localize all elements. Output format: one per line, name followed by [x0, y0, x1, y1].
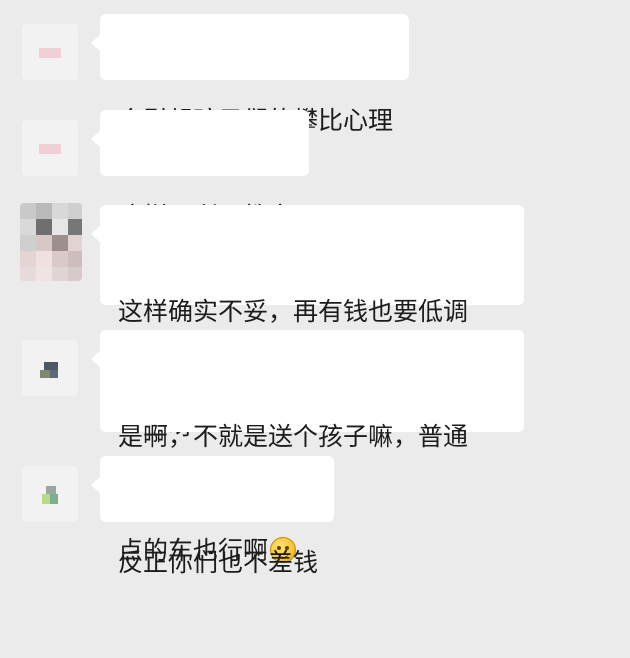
message-text: 反正你们也不差钱: [118, 548, 319, 577]
avatar[interactable]: [20, 203, 82, 281]
chat-message: 这样不利于教育: [0, 110, 630, 231]
message-bubble[interactable]: 反正你们也不差钱: [90, 456, 335, 577]
avatar[interactable]: [22, 24, 78, 80]
message-bubble[interactable]: 这样确实不妥，再有钱也要低调 一些呀: [91, 205, 524, 440]
chat-window: 会引起孩子们的攀比心理 这样不利于教育: [0, 0, 630, 577]
message-text-line: 是啊，不就是送个孩子嘛，普通: [118, 422, 469, 451]
message-bubble[interactable]: 是啊，不就是送个孩子嘛，普通 点的车也行啊: [91, 330, 524, 565]
chat-message: 这样确实不妥，再有钱也要低调 一些呀: [0, 203, 630, 440]
message-bubble[interactable]: 会引起孩子们的攀比心理: [90, 14, 410, 135]
avatar[interactable]: [22, 340, 78, 396]
avatar[interactable]: [22, 120, 78, 176]
chat-message: 会引起孩子们的攀比心理: [0, 14, 630, 135]
chat-message: 反正你们也不差钱: [0, 456, 630, 577]
chat-message: 是啊，不就是送个孩子嘛，普通 点的车也行啊: [0, 330, 630, 565]
message-bubble[interactable]: 这样不利于教育: [90, 110, 310, 231]
avatar[interactable]: [22, 466, 78, 522]
message-text-line: 这样确实不妥，再有钱也要低调: [118, 297, 469, 326]
